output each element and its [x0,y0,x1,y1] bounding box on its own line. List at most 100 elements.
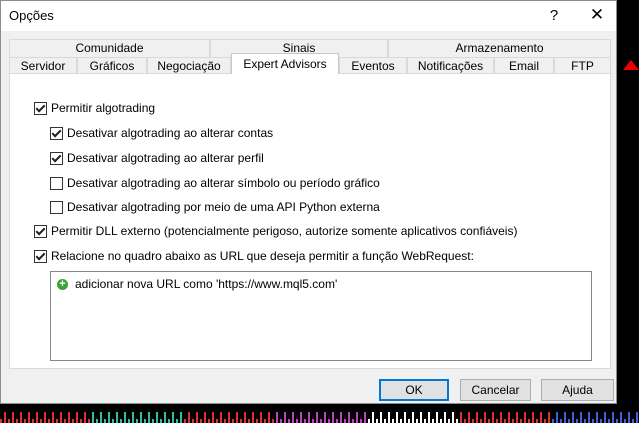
chart-bar [144,419,146,423]
checkbox[interactable] [50,151,63,165]
chart-bar [152,419,154,423]
chart-bar [220,412,222,423]
chart-bar [476,412,478,423]
chart-bar [324,412,326,423]
arrow-up-icon [623,60,639,70]
tab-expert-advisors[interactable]: Expert Advisors [231,53,339,74]
tab-notificacoes[interactable]: Notificações [407,57,494,74]
chart-bar [256,419,258,423]
chart-bar [552,419,554,423]
option-permitir-dll[interactable]: Permitir DLL externo (potencialmente per… [34,224,517,238]
close-icon[interactable]: ✕ [579,4,615,26]
chart-bar [624,419,626,423]
chart-bar [588,412,590,423]
url-list[interactable]: + adicionar nova URL como 'https://www.m… [50,271,592,361]
chart-bar [116,412,118,423]
chart-bar [0,419,2,423]
chart-bar [172,412,174,423]
chart-bar [604,412,606,423]
option-desativar-python[interactable]: Desativar algotrading por meio de uma AP… [50,200,380,214]
chart-bar [296,419,298,423]
chart-bar [492,412,494,423]
checkbox[interactable] [34,101,47,115]
chart-bar [40,419,42,423]
chart-bar [136,419,138,423]
tab-eventos[interactable]: Eventos [339,57,407,74]
chart-bar [72,419,74,423]
chart-bar [424,419,426,423]
help-icon[interactable]: ? [541,4,567,26]
chart-bar [616,419,618,423]
chart-bar [268,412,270,423]
option-webrequest[interactable]: Relacione no quadro abaixo as URL que de… [34,249,474,263]
option-desativar-simbolo[interactable]: Desativar algotrading ao alterar símbolo… [50,176,380,190]
chart-bar [448,419,450,423]
chart-bar [508,412,510,423]
chart-bar [600,419,602,423]
chart-bar [576,419,578,423]
chart-bar [28,412,30,423]
chart-bar [592,419,594,423]
chart-bar [560,419,562,423]
chart-bar [548,412,550,423]
title-bar: Opções ? ✕ [1,1,616,31]
chart-bar [188,412,190,423]
chart-bar [164,412,166,423]
checkbox[interactable] [34,224,47,238]
chart-bar [452,412,454,423]
chart-bar [568,419,570,423]
chart-bar [92,412,94,423]
chart-bar [84,412,86,423]
chart-bar [464,419,466,423]
tab-negociacao[interactable]: Negociação [147,57,231,74]
chart-bar [332,412,334,423]
option-label: Relacione no quadro abaixo as URL que de… [51,249,474,263]
chart-bar [580,412,582,423]
chart-background [617,0,639,423]
tab-ftp[interactable]: FTP [554,57,611,74]
chart-bar [300,412,302,423]
chart-bar [96,419,98,423]
ok-button[interactable]: OK [379,379,449,401]
option-desativar-contas[interactable]: Desativar algotrading ao alterar contas [50,126,273,140]
tab-armazenamento[interactable]: Armazenamento [388,39,611,57]
chart-bar [228,412,230,423]
checkbox[interactable] [50,176,63,190]
chart-bar [372,412,374,423]
checkbox[interactable] [34,249,47,263]
option-permitir-algotrading[interactable]: Permitir algotrading [34,101,155,115]
chart-bar [564,412,566,423]
help-button[interactable]: Ajuda [541,379,614,401]
cancel-button[interactable]: Cancelar [460,379,531,401]
checkbox[interactable] [50,200,63,214]
chart-bar [280,419,282,423]
chart-bar [36,412,38,423]
chart-bar [76,412,78,423]
tab-graficos[interactable]: Gráficos [77,57,147,74]
add-url-row[interactable]: + adicionar nova URL como 'https://www.m… [57,277,337,291]
chart-bar [504,419,506,423]
chart-bar [436,412,438,423]
chart-bar [572,412,574,423]
chart-bar [264,419,266,423]
chart-bar [192,419,194,423]
plus-circle-icon[interactable]: + [57,278,68,290]
chart-bar [32,419,34,423]
options-dialog: Opções ? ✕ Comunidade Sinais Armazenamen… [0,0,617,404]
chart-bar [360,419,362,423]
chart-bar [412,412,414,423]
tab-email[interactable]: Email [494,57,554,74]
option-label: Desativar algotrading ao alterar contas [67,126,274,140]
chart-bar [544,419,546,423]
chart-bar [348,412,350,423]
chart-bar [12,412,14,423]
chart-bar [88,419,90,423]
tab-servidor[interactable]: Servidor [9,57,77,74]
chart-bar [612,412,614,423]
option-desativar-perfil[interactable]: Desativar algotrading ao alterar perfil [50,151,264,165]
checkbox[interactable] [50,126,63,140]
chart-bar [480,419,482,423]
tab-comunidade[interactable]: Comunidade [9,39,210,57]
chart-bar [312,419,314,423]
chart-bar [108,412,110,423]
